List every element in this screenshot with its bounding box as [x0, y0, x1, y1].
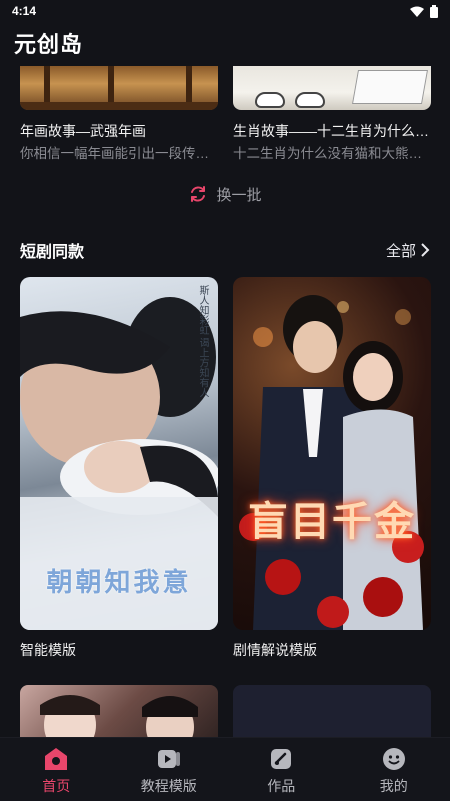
- wifi-icon: [410, 6, 424, 17]
- paper-sheet: [352, 70, 428, 104]
- tab-tutorial-templates[interactable]: 教程模版: [124, 746, 214, 796]
- chevron-right-icon: [421, 243, 430, 257]
- video-tutorial-icon: [156, 746, 182, 772]
- battery-icon: [430, 4, 438, 18]
- section-title: 短剧同款: [20, 244, 85, 261]
- wooden-plank: [20, 102, 218, 110]
- next-template-thumbnail[interactable]: [233, 685, 431, 745]
- tab-profile[interactable]: 我的: [349, 746, 439, 796]
- poster-title-text: 盲目千金: [248, 498, 416, 545]
- story-card-title[interactable]: 年画故事—武强年画: [20, 121, 218, 141]
- works-icon: [268, 746, 294, 772]
- see-all-button[interactable]: 全部: [386, 240, 430, 261]
- story-card-title[interactable]: 生肖故事——十二生肖为什么没有猫: [233, 121, 431, 141]
- tab-label: 我的: [379, 778, 408, 794]
- see-all-label: 全部: [385, 242, 416, 260]
- poster-title-art: 朝朝知我意: [46, 568, 192, 598]
- poster-title-art: 盲目千金: [233, 489, 431, 547]
- couple-illustration: [239, 295, 424, 630]
- refresh-icon: [191, 186, 206, 202]
- template-label[interactable]: 剧情解说模版: [233, 640, 317, 660]
- home-icon: [43, 746, 69, 772]
- story-card-thumbnail-nianhua[interactable]: [20, 66, 218, 110]
- poster-plot-explanation-template[interactable]: 盲目千金: [233, 277, 431, 630]
- tab-label: 作品: [267, 778, 296, 794]
- status-icons: [410, 4, 438, 18]
- refresh-label: 换一批: [216, 186, 262, 204]
- status-time: 4:14: [12, 4, 37, 18]
- tab-label: 教程模版: [140, 778, 197, 794]
- profile-icon: [381, 746, 407, 772]
- app-header: 元创岛: [14, 26, 83, 60]
- template-label[interactable]: 智能模版: [20, 640, 76, 660]
- cat-paw: [255, 92, 285, 108]
- tab-works[interactable]: 作品: [236, 746, 326, 796]
- story-card-desc: 十二生肖为什么没有猫和大熊猫呢: [233, 146, 431, 161]
- app-title: 元创岛: [14, 32, 84, 57]
- next-template-thumbnail[interactable]: [20, 685, 218, 745]
- tab-label: 首页: [42, 778, 71, 794]
- refresh-button[interactable]: 换一批: [0, 180, 450, 208]
- costume-drama-illustration: [40, 695, 198, 745]
- section-header: 短剧同款 全部: [20, 236, 430, 264]
- poster-vertical-text: 斯人知彩虹 谒上方知有人: [197, 284, 208, 398]
- story-card-desc: 你相信一幅年画能引出一段传奇故事吗: [20, 146, 218, 161]
- bottom-tab-bar: 首页 教程模版 作品 我的: [0, 737, 450, 801]
- story-card-thumbnail-zodiac[interactable]: [233, 66, 431, 110]
- tab-home[interactable]: 首页: [11, 746, 101, 796]
- status-bar: 4:14: [0, 0, 450, 22]
- poster-smart-template[interactable]: 斯人知彩虹 谒上方知有人 朝朝知我意: [20, 277, 218, 630]
- cat-paw: [295, 92, 325, 108]
